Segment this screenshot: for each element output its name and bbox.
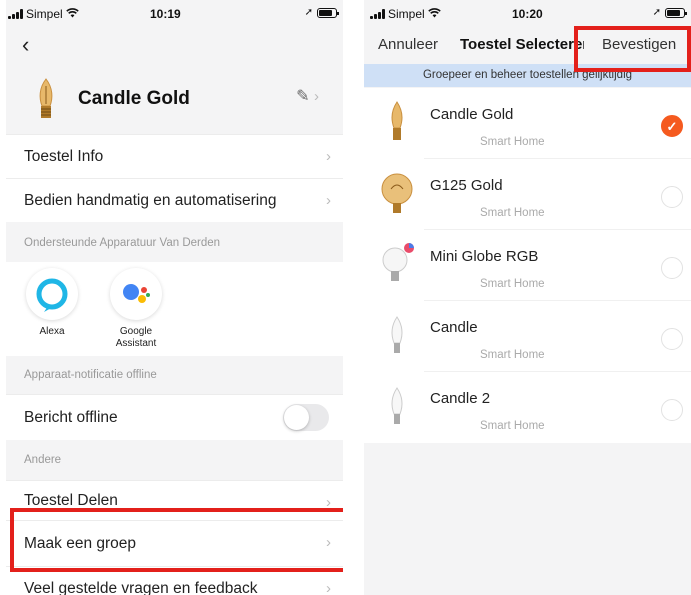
back-button[interactable]: ‹: [22, 32, 29, 58]
google-assistant-icon: [110, 268, 162, 320]
settings-list-top: Toestel Info › Bedien handmatig en autom…: [6, 134, 343, 222]
row-create-group[interactable]: Maak een groep ›: [6, 520, 343, 566]
status-bar: Simpel 10:20 ➚: [364, 0, 691, 26]
device-item-candle-2[interactable]: Candle 2 Smart Home: [364, 372, 691, 443]
cancel-button[interactable]: Annuleer: [378, 36, 438, 53]
chevron-right-icon: ›: [326, 148, 331, 165]
device-item-mini-globe-rgb[interactable]: Mini Globe RGB Smart Home: [364, 230, 691, 301]
device-settings-screen: Simpel 10:19 ➚ ‹ Candle Gold ✎ › Toestel…: [6, 0, 343, 595]
row-label: Bedien handmatig en automatisering: [24, 191, 277, 209]
offline-toggle[interactable]: [283, 404, 329, 431]
device-checkbox-checked[interactable]: ✓: [661, 115, 683, 137]
device-checkbox[interactable]: [661, 186, 683, 208]
row-offline-message: Bericht offline: [6, 394, 343, 440]
candle-bulb-icon: [378, 382, 416, 430]
chevron-right-icon: ›: [326, 494, 331, 511]
battery-icon: [317, 7, 339, 18]
checkmark-icon: ✓: [666, 119, 678, 134]
device-name: Candle 2: [430, 390, 491, 407]
row-automation[interactable]: Bedien handmatig en automatisering ›: [6, 178, 343, 222]
carrier: Simpel: [8, 7, 79, 21]
device-name: Candle Gold: [78, 88, 190, 109]
toggle-knob: [284, 405, 309, 430]
alexa-button[interactable]: Alexa: [22, 268, 82, 337]
device-checkbox[interactable]: [661, 328, 683, 350]
third-party-assistants: Alexa Google Assistant: [6, 262, 343, 356]
nav-bar: Annuleer Toestel Selecteren Bevestigen: [364, 28, 691, 67]
carrier-name: Simpel: [388, 7, 425, 21]
page-title: Toestel Selecteren: [460, 36, 592, 53]
carrier-name: Simpel: [26, 7, 63, 21]
wifi-icon: [65, 7, 79, 21]
row-label: Maak een groep: [24, 534, 137, 552]
clock: 10:19: [150, 7, 181, 21]
device-room: Smart Home: [480, 278, 545, 290]
device-room: Smart Home: [480, 420, 545, 432]
row-label: Bericht offline: [24, 408, 118, 426]
row-label: Toestel Info: [24, 147, 104, 165]
chevron-right-icon: ›: [314, 88, 319, 105]
google-assistant-label: Google Assistant: [115, 326, 157, 349]
mini-globe-bulb-icon: [378, 240, 416, 288]
offline-list: Bericht offline: [6, 394, 343, 440]
edit-name-button[interactable]: ✎ ›: [296, 86, 319, 106]
chevron-right-icon: ›: [326, 580, 331, 595]
device-room: Smart Home: [480, 136, 545, 148]
device-name: G125 Gold: [430, 177, 503, 194]
signal-icon: [8, 9, 23, 19]
device-list: Candle Gold Smart Home ✓ G125 Gold Smart…: [364, 88, 691, 443]
globe-gold-bulb-icon: [378, 169, 416, 217]
section-offline: Apparaat-notificatie offline: [6, 356, 343, 394]
battery-icon: [665, 7, 687, 18]
settings-list-bottom: Toestel Delen › Maak een groep › Veel ge…: [6, 480, 343, 595]
google-assistant-button[interactable]: Google Assistant: [106, 268, 166, 350]
section-third-party: Ondersteunde Apparatuur Van Derden: [6, 224, 343, 262]
device-header[interactable]: Candle Gold ✎ ›: [6, 64, 343, 134]
device-checkbox[interactable]: [661, 399, 683, 421]
device-room: Smart Home: [480, 207, 545, 219]
wifi-icon: [427, 7, 441, 21]
select-devices-screen: Simpel 10:20 ➚ Annuleer Toestel Selecter…: [364, 0, 691, 595]
alexa-icon: [26, 268, 78, 320]
pencil-icon: ✎: [296, 88, 310, 105]
alexa-label: Alexa: [39, 326, 65, 337]
location-icon: ➚: [652, 7, 661, 18]
row-share-device[interactable]: Toestel Delen ›: [6, 480, 343, 520]
row-faq-feedback[interactable]: Veel gestelde vragen en feedback ›: [6, 566, 343, 595]
carrier: Simpel: [370, 7, 441, 21]
device-item-candle[interactable]: Candle Smart Home: [364, 301, 691, 372]
device-name: Mini Globe RGB: [430, 248, 539, 265]
candle-gold-bulb-icon: [378, 98, 416, 146]
status-bar: Simpel 10:19 ➚: [6, 0, 343, 26]
candle-bulb-icon: [378, 311, 416, 359]
location-icon: ➚: [304, 7, 313, 18]
row-label: Veel gestelde vragen en feedback: [24, 579, 258, 595]
row-device-info[interactable]: Toestel Info ›: [6, 134, 343, 178]
device-checkbox[interactable]: [661, 257, 683, 279]
device-name: Candle Gold: [430, 106, 514, 123]
candle-gold-bulb-icon: [26, 76, 66, 122]
device-item-candle-gold[interactable]: Candle Gold Smart Home ✓: [364, 88, 691, 159]
signal-icon: [370, 9, 385, 19]
confirm-button[interactable]: Bevestigen: [584, 31, 691, 67]
chevron-right-icon: ›: [326, 534, 331, 551]
clock: 10:20: [512, 7, 543, 21]
row-label: Toestel Delen: [24, 491, 118, 509]
device-room: Smart Home: [480, 349, 545, 361]
section-other: Andere: [6, 440, 343, 480]
info-banner: Groepeer en beheer toestellen gelijktijd…: [364, 64, 691, 87]
device-item-g125-gold[interactable]: G125 Gold Smart Home: [364, 159, 691, 230]
device-name: Candle: [430, 319, 478, 336]
chevron-right-icon: ›: [326, 192, 331, 209]
